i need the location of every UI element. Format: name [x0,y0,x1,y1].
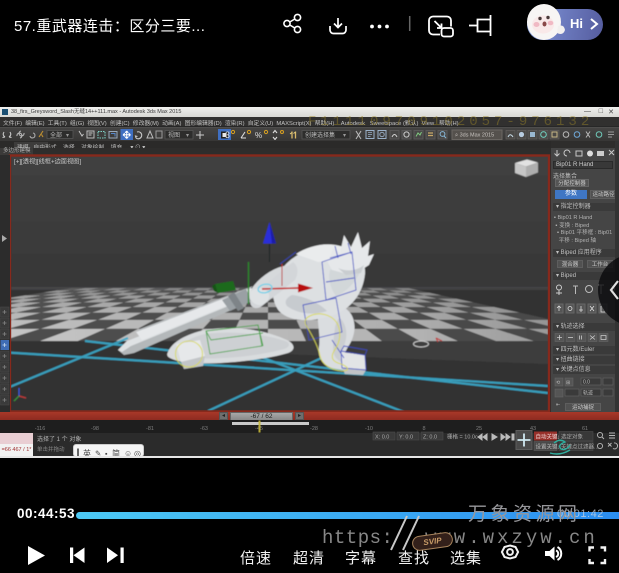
svg-text:-98: -98 [91,426,99,432]
svg-text:[+][透视][线框+边面视图]: [+][透视][线框+边面视图] [14,158,81,166]
svg-text:⊞: ⊞ [566,380,570,386]
svg-text:-28: -28 [310,426,318,432]
svg-text:Y: 0.0: Y: 0.0 [399,435,413,441]
svg-text:轨迹: 轨迹 [583,390,593,397]
svg-text:Z: 0.0: Z: 0.0 [423,435,437,441]
svg-text:⇤: ⇤ [556,402,560,408]
svg-text:-116: -116 [35,426,46,432]
svg-text:选定对象: 选定对象 [561,433,584,441]
svg-text:-63: -63 [200,426,208,432]
svg-text:X: 0.0: X: 0.0 [375,435,389,441]
svg-text:0.0: 0.0 [583,380,590,386]
svg-text:-81: -81 [146,426,154,432]
svg-text:栅格 = 10.0c: 栅格 = 10.0c [447,433,478,441]
